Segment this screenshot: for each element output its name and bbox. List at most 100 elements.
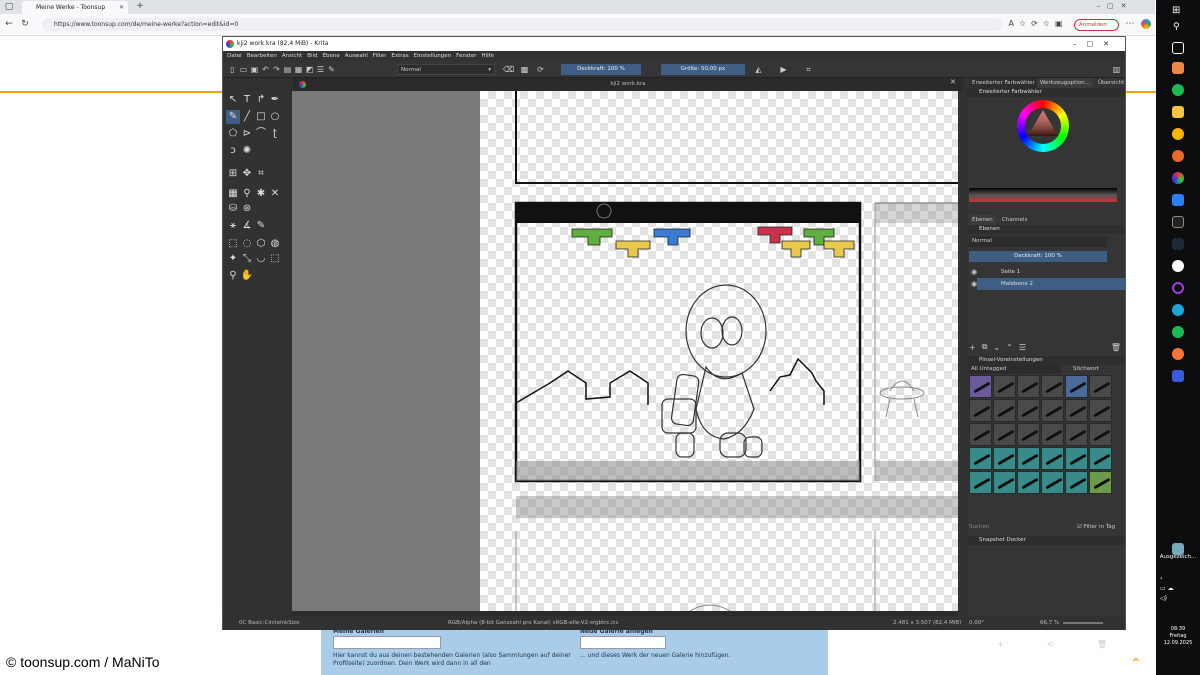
color-picker-icon[interactable]: ⚲ — [240, 187, 254, 201]
menu-extras[interactable]: Extras — [391, 51, 408, 61]
undo-icon[interactable]: ↶ — [260, 61, 271, 78]
file-explorer-icon[interactable] — [1172, 106, 1184, 118]
firefox-icon[interactable] — [1172, 348, 1184, 360]
signin-button[interactable]: Anmelden — [1074, 19, 1119, 31]
pan-tool-icon[interactable]: ✋ — [240, 269, 254, 283]
menu-einstellungen[interactable]: Einstellungen — [414, 51, 451, 61]
assistant-icon[interactable]: ⚹ — [226, 219, 240, 233]
ellipse-select-icon[interactable]: ◌ — [240, 237, 254, 251]
menu-hilfe[interactable]: Hilfe — [482, 51, 495, 61]
visibility-icon[interactable]: ◉ — [971, 278, 977, 290]
add-snapshot-icon[interactable]: + — [997, 640, 1004, 649]
tab-actions-icon[interactable]: ▢ — [4, 2, 14, 12]
tab-tool-options[interactable]: Werkzeugoption... — [1037, 78, 1093, 88]
eraser-icon[interactable]: ⌫ — [503, 61, 514, 78]
brush-preset[interactable] — [969, 471, 992, 494]
color-swap-icon[interactable]: ◩ — [304, 61, 315, 78]
menu-bild[interactable]: Bild — [307, 51, 317, 61]
brush-preset[interactable] — [993, 447, 1016, 470]
tab-layers[interactable]: Ebenen — [969, 215, 996, 225]
brush-preset[interactable] — [1089, 399, 1112, 422]
app-icon-4[interactable] — [1172, 216, 1184, 228]
bezier-select-icon[interactable]: ◡ — [254, 252, 268, 266]
brush-preset[interactable] — [1041, 471, 1064, 494]
windows-start-icon[interactable]: ⊞ — [1172, 5, 1180, 16]
brush-preset[interactable] — [1089, 447, 1112, 470]
move-down-icon[interactable]: ⌄ — [993, 343, 1000, 352]
freehand-brush-icon[interactable]: ✎ — [226, 110, 240, 124]
pattern-icon[interactable]: ▦ — [293, 61, 304, 78]
transform-tool-icon[interactable]: ⊞ — [226, 167, 240, 181]
brush-preset[interactable] — [969, 399, 992, 422]
spotify-icon[interactable] — [1172, 84, 1184, 96]
delete-layer-icon[interactable]: 🗑 — [1111, 343, 1121, 352]
menu-ansicht[interactable]: Ansicht — [282, 51, 302, 61]
rect-select-icon[interactable]: ⬚ — [226, 237, 240, 251]
brush-preset[interactable] — [1017, 423, 1040, 446]
app-icon-3[interactable] — [1172, 194, 1184, 206]
taskbar-app-label[interactable]: Ausgezeich... — [1156, 554, 1200, 560]
close-document-icon[interactable]: ✕ — [950, 78, 956, 86]
chrome-icon[interactable] — [1172, 260, 1184, 272]
brush-preset[interactable] — [1089, 423, 1112, 446]
tab-channels[interactable]: Channels — [999, 215, 1030, 225]
freehand-select-icon[interactable]: ◍ — [268, 237, 282, 251]
layer-row-seite-1[interactable]: Seite 1 — [977, 266, 1125, 278]
menu-auswahl[interactable]: Auswahl — [345, 51, 368, 61]
tray-icons[interactable]: ‹ ▭ ☁ ◁) — [1160, 574, 1174, 604]
save-icon[interactable]: ▣ — [249, 61, 260, 78]
filter-in-tag-checkbox[interactable]: ☑ Filter in Tag — [1077, 524, 1115, 530]
brush-preset[interactable] — [1065, 447, 1088, 470]
multibrush-icon[interactable]: ✺ — [240, 144, 254, 158]
size-slider[interactable]: Größe: 50,00 px — [661, 64, 745, 75]
brush-tag-select[interactable]: All Untagged — [969, 365, 1061, 374]
reference-icon[interactable]: ✎ — [254, 219, 268, 233]
blend-mode-select[interactable]: Normal ▾ — [397, 64, 495, 75]
browser-tab[interactable]: Meine Werke - Toonsup ✕ — [22, 1, 128, 14]
brush-preset[interactable] — [969, 423, 992, 446]
status-zoom[interactable]: 66,7 % — [1040, 616, 1059, 630]
status-rotation[interactable]: 0,00° — [969, 616, 984, 630]
magic-wand-icon[interactable]: ✦ — [226, 252, 240, 266]
brush-preset[interactable] — [993, 375, 1016, 398]
line-tool-icon[interactable]: ╱ — [240, 110, 254, 124]
brush-preset[interactable] — [1065, 375, 1088, 398]
layer-blend-select[interactable]: Normal — [969, 236, 1107, 247]
move-up-icon[interactable]: ⌃ — [1006, 343, 1013, 352]
brush-preset[interactable] — [1089, 471, 1112, 494]
restore-snapshot-icon[interactable]: ⟲ — [1047, 640, 1054, 649]
select-shape-icon[interactable]: ↖ — [226, 93, 240, 107]
reload-preset-icon[interactable]: ⟳ — [535, 61, 546, 78]
brush-preset[interactable] — [1017, 471, 1040, 494]
wrap-icon[interactable]: ⌗ — [803, 61, 814, 78]
menu-filter[interactable]: Filter — [373, 51, 387, 61]
canvas-area[interactable] — [292, 91, 958, 611]
visibility-icon[interactable]: ◉ — [971, 266, 977, 278]
brush-settings-icon[interactable]: ☰ — [315, 61, 326, 78]
mirror-vertical-icon[interactable]: ▶ — [778, 61, 789, 78]
window-controls[interactable]: –▢✕ — [1095, 1, 1135, 11]
scroll-top-icon[interactable]: ⌃ — [1130, 656, 1142, 672]
ellipse-tool-icon[interactable]: ○ — [268, 110, 282, 124]
workspace-icon[interactable]: ▥ — [1111, 61, 1122, 78]
brush-preset[interactable] — [1089, 375, 1112, 398]
crop-tool-icon[interactable]: ⌗ — [254, 167, 268, 181]
brush-preset[interactable] — [969, 375, 992, 398]
magnetic-select-icon[interactable]: ⬚ — [268, 252, 282, 266]
add-layer-icon[interactable]: + — [969, 343, 976, 352]
search-icon[interactable]: ⚲ — [1173, 22, 1180, 32]
enclose-fill-icon[interactable]: ⊛ — [240, 202, 254, 216]
alpha-lock-icon[interactable]: ▩ — [519, 61, 530, 78]
tab-color-selector[interactable]: Erweiterter Farbwähler — [969, 78, 1038, 88]
brush-preset[interactable] — [1041, 423, 1064, 446]
tab-overview[interactable]: Übersicht — [1095, 78, 1127, 88]
clock[interactable]: 08:39 Freitag 12.09.2025 — [1156, 626, 1200, 647]
zoom-slider[interactable] — [1063, 622, 1103, 624]
back-icon[interactable]: ← — [4, 19, 14, 29]
task-view-icon[interactable] — [1172, 42, 1184, 54]
fill-tool-icon[interactable]: ⛁ — [226, 202, 240, 216]
rectangle-tool-icon[interactable]: □ — [254, 110, 268, 124]
app-icon-5[interactable] — [1172, 282, 1184, 294]
move-tool-icon[interactable]: ✥ — [240, 167, 254, 181]
measure-icon[interactable]: ∡ — [240, 219, 254, 233]
